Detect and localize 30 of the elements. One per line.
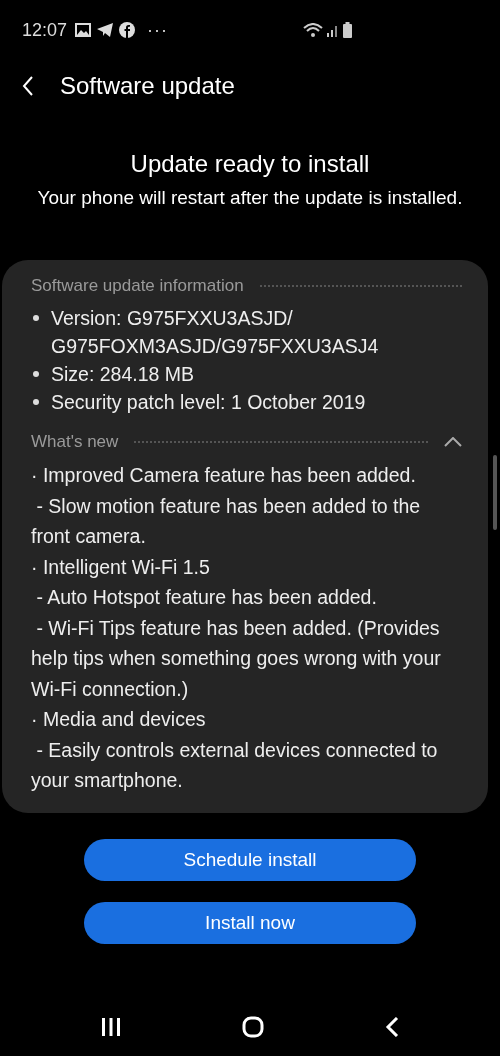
release-note-line: · Intelligent Wi-Fi 1.5 — [31, 554, 211, 580]
release-note-line: - Wi-Fi Tips feature has been added. (Provides help tips when something goes wrong with your Wi-Fi connection.) — [31, 615, 442, 702]
screen-title: Software update — [60, 72, 235, 100]
section-heading: What's new — [31, 432, 119, 452]
release-note-line: - Auto Hotspot feature has been added. — [35, 585, 378, 610]
info-item: Size: 284.18 MB — [51, 362, 195, 387]
home-icon[interactable] — [242, 1016, 264, 1038]
signal-icon — [327, 23, 339, 37]
wifi-icon — [303, 23, 323, 37]
release-note-line: · Media and devices — [31, 707, 207, 732]
battery-icon — [343, 22, 352, 38]
info-item: Version: G975FXXU3ASJD/ G975FOXM3ASJD/G975FXXU3ASJ4 — [51, 306, 380, 359]
update-message: Your phone will restart after the update is installed. — [37, 186, 463, 210]
gallery-icon — [75, 23, 92, 37]
release-note-line: - Easily controls external devices connected to your smartphone. — [31, 737, 439, 793]
back-icon[interactable] — [385, 1017, 400, 1037]
send-icon — [97, 23, 114, 37]
update-title: Update ready to install — [130, 150, 370, 178]
recents-icon[interactable] — [100, 1018, 121, 1036]
release-note-line: - Slow motion feature has been added to the front camera. — [31, 493, 422, 549]
action-button[interactable]: Schedule install — [84, 839, 416, 881]
section-heading: Software update information — [31, 276, 244, 296]
action-button[interactable]: Install now — [84, 902, 416, 944]
status-time: 12:07 — [22, 19, 68, 41]
collapse-icon[interactable] — [444, 437, 462, 447]
back-icon[interactable] — [22, 76, 34, 96]
info-item: Security patch level: 1 October 2019 — [51, 390, 366, 415]
social-app-icon — [119, 22, 136, 38]
more-notifications: ··· — [147, 19, 169, 41]
release-note-line: · Improved Camera feature has been added. — [31, 463, 417, 488]
